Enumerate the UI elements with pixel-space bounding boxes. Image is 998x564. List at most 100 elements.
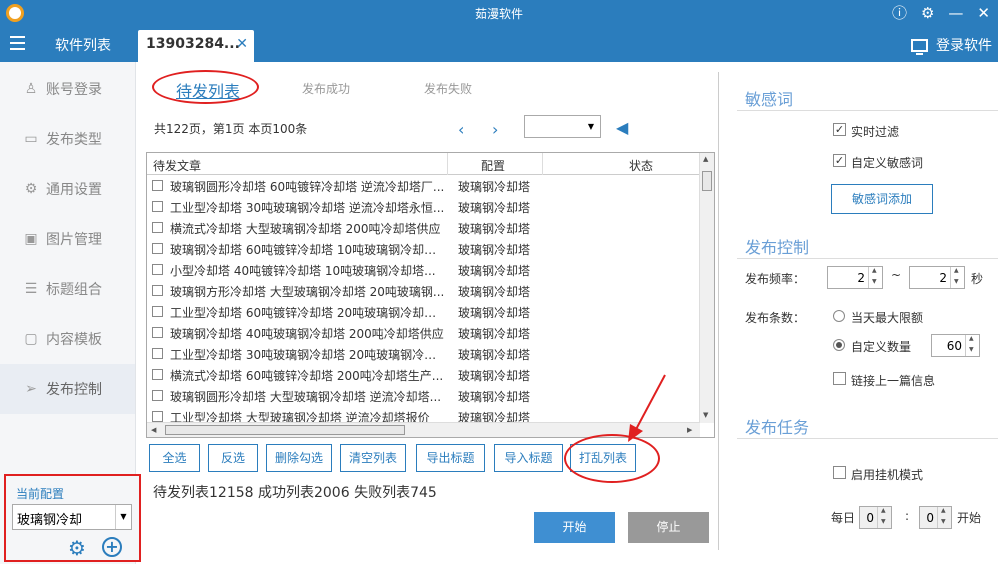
max-today-radio[interactable] [833, 310, 845, 322]
row-checkbox[interactable] [152, 306, 163, 317]
sidebar-item-publish-control[interactable]: ➢ 发布控制 [0, 364, 135, 414]
row-config: 玻璃钢冷却塔 [458, 285, 531, 299]
table-row[interactable]: 横流式冷却塔 大型玻璃钢冷却塔 200吨冷却塔供应 玻璃钢冷却塔 [147, 217, 700, 238]
custom-count-value: 60 [946, 339, 962, 353]
table-row[interactable]: 玻璃钢圆形冷却塔 60吨镀锌冷却塔 逆流冷却塔厂... 玻璃钢冷却塔 [147, 175, 700, 196]
prev-page-icon[interactable]: ‹ [458, 120, 464, 139]
table-row[interactable]: 工业型冷却塔 30吨玻璃钢冷却塔 20吨玻璃钢冷却... 玻璃钢冷却塔 [147, 343, 700, 364]
custom-sensitive-checkbox[interactable]: ✓ [833, 154, 846, 167]
go-back-icon[interactable]: ◀ [616, 118, 628, 137]
minimize-icon[interactable]: — [948, 3, 963, 23]
sidebar-item-title-combo[interactable]: ☰ 标题组合 [0, 264, 135, 314]
stepper-arrows-icon[interactable] [950, 267, 964, 288]
time-colon: : [905, 509, 910, 523]
column-header-config[interactable]: 配置 [481, 157, 505, 174]
tab-failed[interactable]: 发布失败 [424, 80, 472, 97]
stop-button[interactable]: 停止 [628, 512, 709, 543]
config-select[interactable]: 玻璃钢冷却 ▼ [12, 504, 132, 530]
add-config-icon[interactable]: + [102, 537, 122, 557]
table-row[interactable]: 玻璃钢方形冷却塔 大型玻璃钢冷却塔 20吨玻璃钢... 玻璃钢冷却塔 [147, 280, 700, 301]
sidebar-item-publish-type[interactable]: ▭ 发布类型 [0, 114, 135, 164]
next-page-icon[interactable]: › [492, 120, 498, 139]
stepper-arrows-icon[interactable] [877, 507, 891, 528]
stepper-arrows-icon[interactable] [868, 267, 882, 288]
custom-count-radio[interactable] [833, 339, 845, 351]
software-list-tab[interactable]: 软件列表 [55, 35, 111, 55]
table-row[interactable]: 玻璃钢冷却塔 60吨镀锌冷却塔 10吨玻璃钢冷却塔... 玻璃钢冷却塔 [147, 238, 700, 259]
row-checkbox[interactable] [152, 411, 163, 422]
custom-count-stepper[interactable]: 60 [931, 334, 980, 357]
table-row[interactable]: 工业型冷却塔 30吨玻璃钢冷却塔 逆流冷却塔永恒... 玻璃钢冷却塔 [147, 196, 700, 217]
stepper-arrows-icon[interactable] [937, 507, 951, 528]
publish-task-title: 发布任务 [745, 418, 810, 437]
send-icon: ➢ [25, 381, 37, 397]
row-checkbox[interactable] [152, 222, 163, 233]
clear-list-button[interactable]: 清空列表 [340, 444, 406, 472]
sidebar-item-general-settings[interactable]: ⚙ 通用设置 [0, 164, 135, 214]
scroll-left-icon[interactable]: ◀ [151, 426, 156, 434]
row-checkbox[interactable] [152, 348, 163, 359]
delete-checked-button[interactable]: 删除勾选 [266, 444, 332, 472]
config-select-value: 玻璃钢冷却 [17, 513, 83, 528]
current-config-panel: 当前配置 玻璃钢冷却 ▼ ⚙ + [4, 474, 141, 562]
vertical-scrollbar[interactable]: ▲ ▼ [699, 153, 714, 423]
row-article-title: 玻璃钢冷却塔 60吨镀锌冷却塔 10吨玻璃钢冷却塔... [170, 243, 445, 257]
row-checkbox[interactable] [152, 390, 163, 401]
table-header: 待发文章 配置 状态 [147, 153, 700, 175]
add-sensitive-word-button[interactable]: 敏感词添加 [831, 184, 933, 214]
right-panel: 敏感词 ✓ 实时过滤 ✓ 自定义敏感词 敏感词添加 发布控制 发布频率： 2 ~… [718, 72, 998, 550]
scroll-down-icon[interactable]: ▼ [703, 411, 708, 419]
row-checkbox[interactable] [152, 285, 163, 296]
hang-mode-checkbox[interactable] [833, 466, 846, 479]
row-checkbox[interactable] [152, 264, 163, 275]
hamburger-menu-icon[interactable] [10, 36, 25, 50]
settings-gear-icon[interactable]: ⚙ [921, 3, 934, 23]
column-header-article[interactable]: 待发文章 [153, 157, 201, 174]
stepper-arrows-icon[interactable] [965, 335, 979, 356]
column-header-status[interactable]: 状态 [629, 157, 653, 174]
row-article-title: 玻璃钢圆形冷却塔 60吨镀锌冷却塔 逆流冷却塔厂... [170, 180, 445, 194]
realtime-filter-label: 实时过滤 [851, 125, 900, 139]
scroll-up-icon[interactable]: ▲ [703, 155, 708, 163]
table-row[interactable]: 工业型冷却塔 60吨镀锌冷却塔 20吨玻璃钢冷却塔... 玻璃钢冷却塔 [147, 301, 700, 322]
close-icon[interactable]: ✕ [977, 3, 990, 23]
hscroll-thumb[interactable] [165, 425, 405, 435]
config-settings-gear-icon[interactable]: ⚙ [68, 538, 86, 558]
close-tab-icon[interactable]: ✕ [236, 36, 248, 52]
page-select[interactable]: ▼ [524, 115, 601, 138]
row-config: 玻璃钢冷却塔 [458, 327, 531, 341]
row-article-title: 玻璃钢冷却塔 40吨玻璃钢冷却塔 200吨冷却塔供应 [170, 327, 444, 341]
table-row[interactable]: 横流式冷却塔 60吨镀锌冷却塔 200吨冷却塔生产... 玻璃钢冷却塔 [147, 364, 700, 385]
row-checkbox[interactable] [152, 243, 163, 254]
frequency-max-stepper[interactable]: 2 [909, 266, 965, 289]
tab-success[interactable]: 发布成功 [302, 80, 350, 97]
import-titles-button[interactable]: 导入标题 [494, 444, 563, 472]
export-titles-button[interactable]: 导出标题 [416, 444, 485, 472]
max-today-label: 当天最大限额 [851, 311, 924, 325]
start-button[interactable]: 开始 [534, 512, 615, 543]
table-row[interactable]: 玻璃钢圆形冷却塔 大型玻璃钢冷却塔 逆流冷却塔... 玻璃钢冷却塔 [147, 385, 700, 406]
frequency-min-stepper[interactable]: 2 [827, 266, 883, 289]
invert-select-button[interactable]: 反选 [208, 444, 258, 472]
login-button[interactable]: 登录软件 [911, 35, 992, 55]
table-row[interactable]: 玻璃钢冷却塔 40吨玻璃钢冷却塔 200吨冷却塔供应 玻璃钢冷却塔 [147, 322, 700, 343]
account-tab[interactable]: 13903284... ✕ [138, 30, 254, 62]
row-checkbox[interactable] [152, 201, 163, 212]
link-prev-checkbox[interactable] [833, 372, 846, 385]
minute-stepper[interactable]: 0 [919, 506, 952, 529]
table-row[interactable]: 小型冷却塔 40吨镀锌冷却塔 10吨玻璃钢冷却塔... 玻璃钢冷却塔 [147, 259, 700, 280]
row-checkbox[interactable] [152, 369, 163, 380]
sidebar-item-content-template[interactable]: ▢ 内容模板 [0, 314, 135, 364]
realtime-filter-checkbox[interactable]: ✓ [833, 123, 846, 136]
hour-stepper[interactable]: 0 [859, 506, 892, 529]
row-article-title: 工业型冷却塔 30吨玻璃钢冷却塔 逆流冷却塔永恒... [170, 201, 445, 215]
sidebar-item-label: 内容模板 [46, 332, 102, 348]
sidebar-item-account-login[interactable]: ♙ 账号登录 [0, 64, 135, 114]
row-checkbox[interactable] [152, 327, 163, 338]
select-all-button[interactable]: 全选 [149, 444, 200, 472]
sidebar-item-image-manage[interactable]: ▣ 图片管理 [0, 214, 135, 264]
scroll-thumb[interactable] [702, 171, 712, 191]
scroll-right-icon[interactable]: ▶ [687, 426, 692, 434]
row-checkbox[interactable] [152, 180, 163, 191]
info-icon[interactable]: ⓘ [892, 3, 907, 23]
